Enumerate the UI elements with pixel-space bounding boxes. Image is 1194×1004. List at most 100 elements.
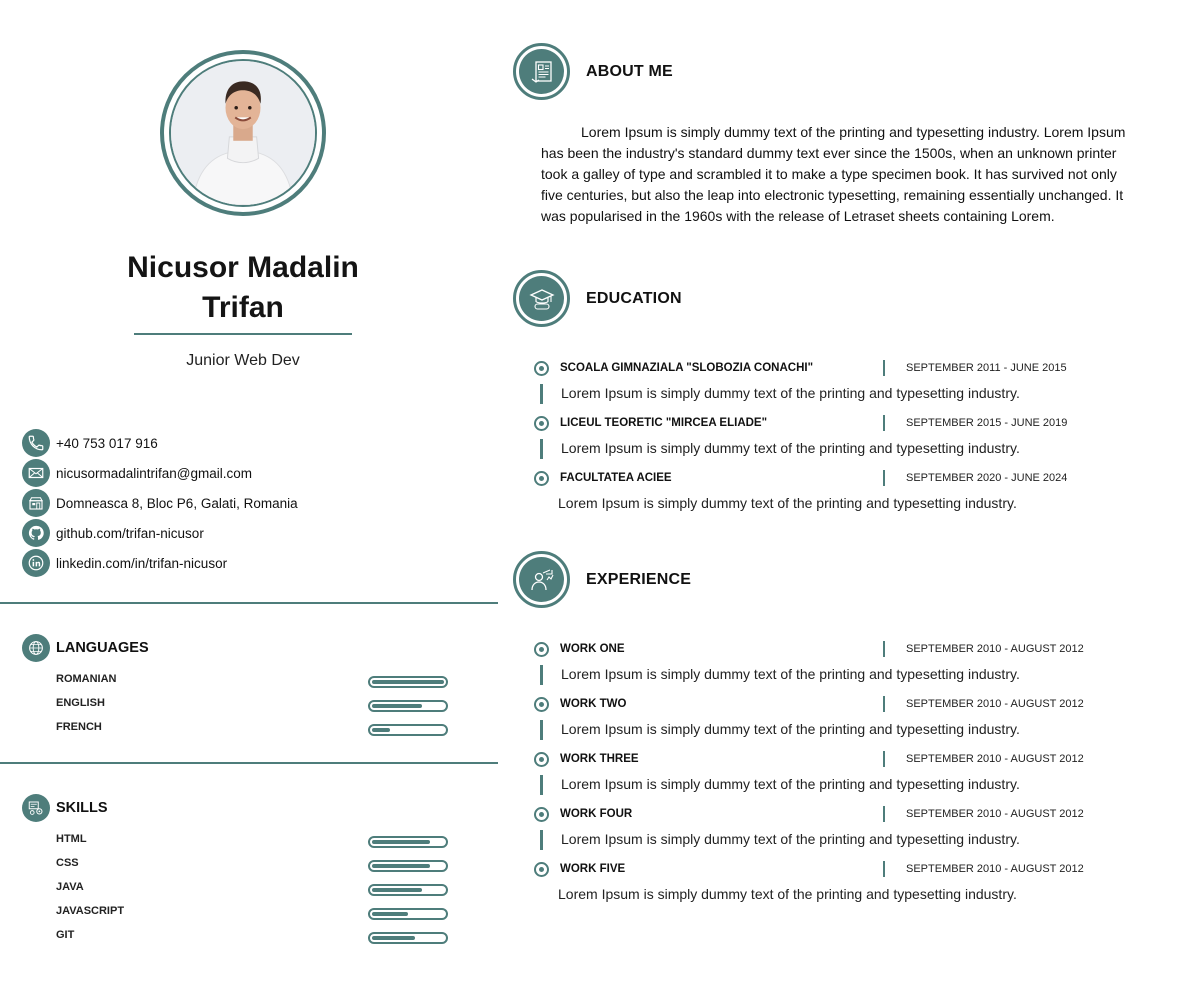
skill-row: JAVA [56, 881, 456, 905]
entry-date: SEPTEMBER 2020 - JUNE 2024 [906, 472, 1068, 484]
about-title: ABOUT ME [586, 62, 673, 80]
address-icon [22, 489, 50, 517]
timeline-line [540, 775, 543, 795]
github-icon [22, 519, 50, 547]
level-fill [372, 840, 430, 844]
graduation-cap-icon [528, 288, 555, 310]
timeline-dot [534, 471, 549, 486]
languages-list: ROMANIAN ENGLISH FRENCH [56, 673, 456, 745]
experience-heading: EXPERIENCE [513, 551, 691, 608]
level-fill [372, 936, 416, 940]
experience-entry: WORK THREE SEPTEMBER 2010 - AUGUST 2012 … [533, 751, 1093, 806]
skill-row: CSS [56, 857, 456, 881]
presenter-icon [530, 568, 553, 590]
language-row: FRENCH [56, 721, 456, 745]
skill-level-bar [368, 908, 448, 920]
level-fill [372, 912, 408, 916]
profile-role: Junior Web Dev [186, 352, 300, 369]
skill-level-bar [368, 884, 448, 896]
skills-heading: SKILLS [22, 794, 108, 822]
level-fill [372, 864, 430, 868]
entry-separator [883, 861, 885, 877]
timeline-dot [534, 642, 549, 657]
contact-phone[interactable]: +40 753 017 916 [22, 428, 298, 458]
skill-label: JAVA [56, 881, 84, 893]
skill-label: GIT [56, 929, 75, 941]
entry-separator [883, 696, 885, 712]
entry-title: WORK THREE [560, 753, 639, 765]
name-divider [134, 333, 352, 335]
entry-title: FACULTATEA ACIEE [560, 472, 672, 484]
language-row: ROMANIAN [56, 673, 456, 697]
skill-level-bar [368, 932, 448, 944]
timeline-dot [534, 697, 549, 712]
skill-label: JAVASCRIPT [56, 905, 125, 917]
timeline-line [540, 720, 543, 740]
about-heading: ABOUT ME [513, 43, 673, 100]
experience-entry: WORK TWO SEPTEMBER 2010 - AUGUST 2012 Lo… [533, 696, 1093, 751]
contact-linkedin[interactable]: linkedin.com/in/trifan-nicusor [22, 548, 298, 578]
timeline-line [540, 665, 543, 685]
entry-description: Lorem Ipsum is simply dummy text of the … [561, 776, 1020, 792]
avatar [169, 59, 317, 207]
entry-description: Lorem Ipsum is simply dummy text of the … [561, 721, 1020, 737]
profile-name: Nicusor Madalin Trifan [127, 251, 359, 324]
contact-github[interactable]: github.com/trifan-nicusor [22, 518, 298, 548]
timeline-dot [534, 416, 549, 431]
education-entry: LICEUL TEORETIC "MIRCEA ELIADE" SEPTEMBE… [533, 415, 1093, 470]
language-label: ENGLISH [56, 697, 105, 709]
entry-date: SEPTEMBER 2010 - AUGUST 2012 [906, 863, 1084, 875]
skill-label: CSS [56, 857, 79, 869]
language-level-bar [368, 724, 448, 736]
linkedin-icon [22, 549, 50, 577]
entry-description: Lorem Ipsum is simply dummy text of the … [561, 385, 1020, 401]
entry-separator [883, 751, 885, 767]
section-divider [0, 602, 498, 604]
skill-row: JAVASCRIPT [56, 905, 456, 929]
skill-level-bar [368, 836, 448, 848]
resume-icon [531, 60, 552, 83]
experience-entry: WORK FIVE SEPTEMBER 2010 - AUGUST 2012 L… [533, 861, 1093, 916]
experience-entry: WORK FOUR SEPTEMBER 2010 - AUGUST 2012 L… [533, 806, 1093, 861]
languages-title: LANGUAGES [56, 640, 149, 656]
entry-separator [883, 470, 885, 486]
entry-date: SEPTEMBER 2015 - JUNE 2019 [906, 417, 1068, 429]
timeline-dot [534, 361, 549, 376]
education-entry: SCOALA GIMNAZIALA "SLOBOZIA CONACHI" SEP… [533, 360, 1093, 415]
level-fill [372, 888, 423, 892]
timeline-line [540, 384, 543, 404]
entry-date: SEPTEMBER 2010 - AUGUST 2012 [906, 643, 1084, 655]
experience-title: EXPERIENCE [586, 570, 692, 588]
experience-badge [513, 551, 570, 608]
timeline-dot [534, 862, 549, 877]
entry-date: SEPTEMBER 2010 - AUGUST 2012 [906, 808, 1084, 820]
entry-date: SEPTEMBER 2010 - AUGUST 2012 [906, 753, 1084, 765]
about-text: Lorem Ipsum is simply dummy text of the … [541, 124, 1126, 224]
entry-separator [883, 806, 885, 822]
contact-list: +40 753 017 916 nicusormadalintrifan@gma… [22, 428, 298, 578]
entry-title: WORK FOUR [560, 808, 633, 820]
entry-title: SCOALA GIMNAZIALA "SLOBOZIA CONACHI" [560, 362, 814, 374]
timeline-line [540, 830, 543, 850]
timeline-dot [534, 752, 549, 767]
entry-title: LICEUL TEORETIC "MIRCEA ELIADE" [560, 417, 768, 429]
skill-row: HTML [56, 833, 456, 857]
language-level-bar [368, 700, 448, 712]
entry-description: Lorem Ipsum is simply dummy text of the … [558, 495, 1017, 511]
phone-icon [22, 429, 50, 457]
contact-text: Domneasca 8, Bloc P6, Galati, Romania [56, 495, 298, 511]
language-row: ENGLISH [56, 697, 456, 721]
entry-date: SEPTEMBER 2011 - JUNE 2015 [906, 362, 1067, 374]
contact-email[interactable]: nicusormadalintrifan@gmail.com [22, 458, 298, 488]
entry-title: WORK ONE [560, 643, 625, 655]
level-fill [372, 704, 423, 708]
timeline-dot [534, 807, 549, 822]
education-list: SCOALA GIMNAZIALA "SLOBOZIA CONACHI" SEP… [533, 360, 1093, 525]
skill-row: GIT [56, 929, 456, 953]
mail-icon [22, 459, 50, 487]
level-fill [372, 680, 444, 684]
entry-title: WORK TWO [560, 698, 627, 710]
education-title: EDUCATION [586, 289, 682, 307]
timeline-line [540, 439, 543, 459]
contact-address: Domneasca 8, Bloc P6, Galati, Romania [22, 488, 298, 518]
